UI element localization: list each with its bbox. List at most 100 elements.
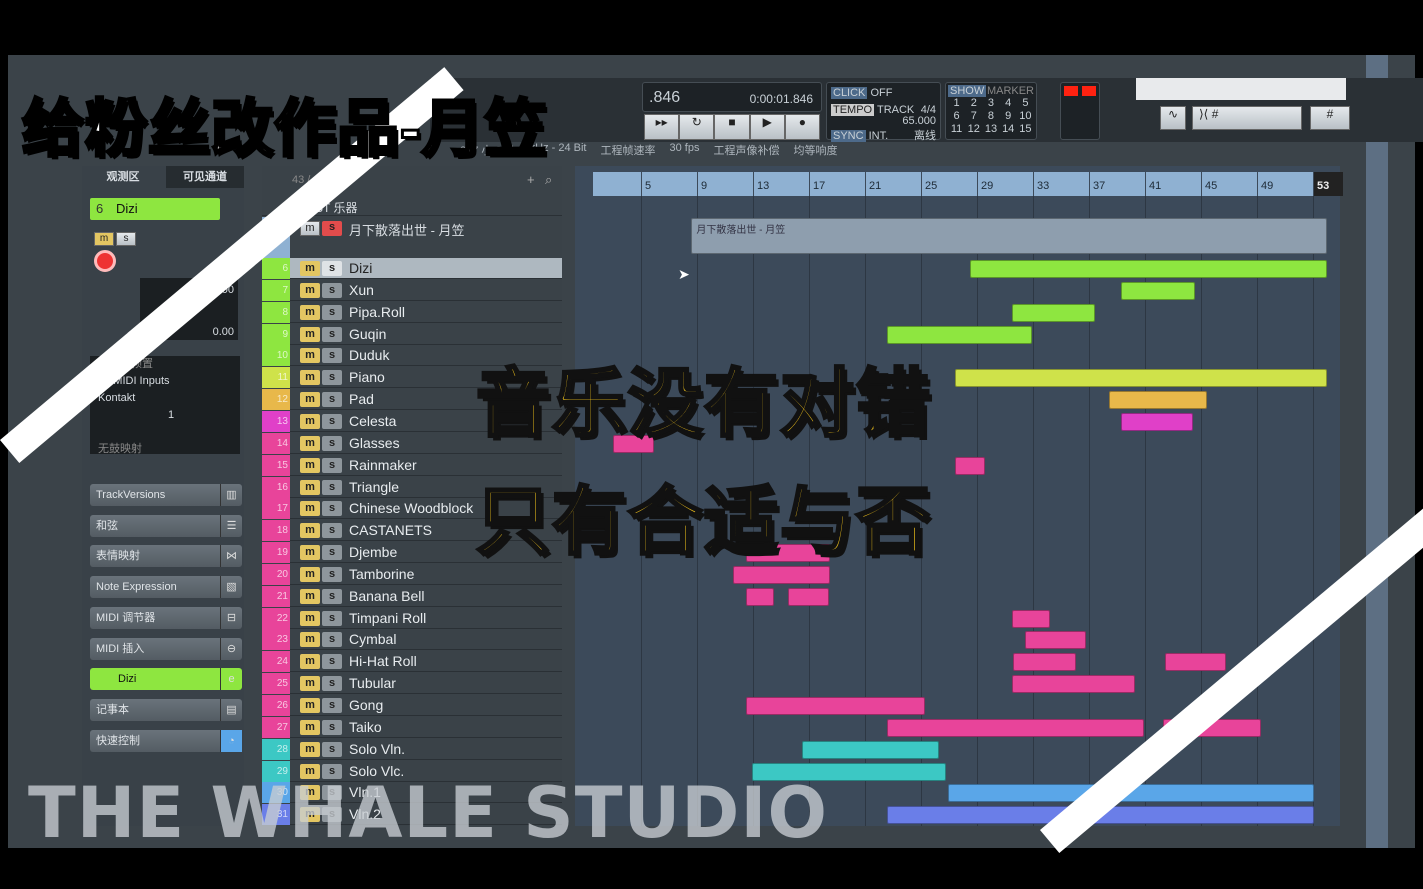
add-track-icon[interactable]: + [527, 172, 535, 187]
output-routing[interactable]: Kontakt [98, 390, 240, 407]
inspector-section-1[interactable]: 和弦 ☰ [90, 514, 242, 537]
solo-button[interactable]: s [322, 501, 342, 517]
fast-forward-button[interactable]: ▸▸ [644, 114, 680, 140]
track-row[interactable]: 9 m s Guqin [262, 323, 562, 345]
marker-button[interactable]: 12 [965, 123, 982, 136]
solo-button[interactable]: s [322, 741, 342, 757]
section-icon[interactable]: ▤ [220, 698, 242, 721]
midi-part[interactable] [1012, 303, 1095, 322]
inspector-section-7[interactable]: 记事本 ▤ [90, 698, 242, 721]
track-row[interactable]: 28 m s Solo Vln. [262, 738, 562, 760]
marker-button[interactable]: 2 [965, 97, 982, 110]
midi-part[interactable] [887, 325, 1032, 344]
mute-button[interactable]: m [300, 479, 320, 495]
record-button[interactable]: ● [784, 114, 821, 140]
mute-button[interactable]: m [300, 413, 320, 429]
audio-track[interactable]: 5 m s 月下散落出世 - 月笠 [262, 217, 562, 263]
section-icon[interactable]: ▥ [220, 484, 242, 506]
solo-button[interactable]: s [322, 282, 342, 298]
inspector-section-0[interactable]: TrackVersions ▥ [90, 484, 242, 506]
mute-button[interactable]: m [300, 457, 320, 473]
solo-button[interactable]: s [322, 370, 342, 386]
midi-part[interactable] [1164, 653, 1227, 672]
snap-curve-button[interactable]: ∿ [1160, 106, 1186, 130]
mute-button[interactable]: m [300, 719, 320, 735]
section-icon[interactable]: ⋈ [220, 545, 242, 568]
section-icon[interactable]: ☰ [220, 514, 242, 537]
mute-button[interactable]: m [300, 545, 320, 561]
solo-button[interactable]: s [322, 719, 342, 735]
mute-button[interactable]: m [300, 523, 320, 539]
midi-part[interactable] [1012, 609, 1050, 628]
solo-button[interactable]: s [322, 479, 342, 495]
track-row[interactable]: 23 m s Cymbal [262, 629, 562, 651]
inspector-section-2[interactable]: 表情映射 ⋈ [90, 545, 242, 568]
solo-button[interactable]: s [322, 304, 342, 320]
marker-button[interactable]: 3 [982, 97, 999, 110]
midi-part[interactable] [954, 456, 986, 475]
mute-button[interactable]: m [300, 676, 320, 692]
solo-button[interactable]: s [322, 261, 342, 276]
mute-button[interactable]: m [300, 392, 320, 408]
midi-part[interactable] [788, 587, 829, 606]
section-icon[interactable]: ⊖ [220, 637, 242, 660]
mute-button[interactable]: m [300, 370, 320, 386]
mute-button[interactable]: m [300, 654, 320, 670]
cycle-button[interactable]: ↻ [679, 114, 715, 140]
solo-button[interactable]: s [322, 413, 342, 429]
midi-part[interactable] [746, 587, 774, 606]
solo-button[interactable]: s [322, 588, 342, 604]
solo-button[interactable]: s [322, 632, 342, 648]
marker-button[interactable]: 7 [965, 110, 982, 123]
mute-button[interactable]: m [300, 741, 320, 757]
inspector-section-6[interactable]: Dizi e [90, 668, 242, 691]
sync-toggle[interactable]: SYNC [831, 130, 866, 142]
delay-value[interactable]: 0.00 [213, 326, 234, 338]
track-row[interactable]: 21 m s Banana Bell [262, 585, 562, 607]
mute-button[interactable]: m [300, 304, 320, 320]
track-row[interactable]: 24 m s Hi-Hat Roll [262, 651, 562, 673]
track-name-field[interactable]: 6 Dizi [90, 198, 220, 220]
show-button[interactable]: SHOW [948, 85, 987, 97]
mute-button[interactable]: m [300, 632, 320, 648]
section-icon[interactable]: e [220, 668, 242, 691]
midi-part[interactable] [970, 260, 1327, 278]
marker-button[interactable]: 13 [982, 123, 999, 136]
inspector-section-5[interactable]: MIDI 插入 ⊖ [90, 637, 242, 660]
track-row[interactable]: 22 m s Timpani Roll [262, 607, 562, 629]
mute-button[interactable]: m [300, 348, 320, 364]
midi-part[interactable] [1024, 631, 1087, 650]
section-icon[interactable]: ▧ [220, 576, 242, 599]
midi-part[interactable] [1013, 653, 1077, 672]
solo-button[interactable]: s [322, 523, 342, 539]
inspector-section-3[interactable]: Note Expression ▧ [90, 576, 242, 599]
track-row[interactable]: 25 m s Tubular [262, 673, 562, 695]
stop-button[interactable]: ■ [714, 114, 750, 140]
tab-inspector[interactable]: 观测区 [82, 166, 164, 188]
inspector-section-4[interactable]: MIDI 调节器 ⊟ [90, 606, 242, 629]
mute-button[interactable]: m [300, 610, 320, 626]
mute-button[interactable]: m [94, 232, 114, 246]
mute-button[interactable]: m [300, 566, 320, 582]
midi-part[interactable] [802, 740, 940, 759]
marker-button[interactable]: 5 [1017, 97, 1034, 110]
section-icon[interactable]: ⊟ [220, 606, 242, 629]
midi-part[interactable] [1012, 675, 1136, 694]
solo-button[interactable]: s [322, 676, 342, 692]
midi-part[interactable] [954, 369, 1327, 388]
marker-button[interactable]: 1 [948, 97, 965, 110]
tab-visibility[interactable]: 可见通道 [166, 166, 244, 188]
solo-button[interactable]: s [322, 435, 342, 451]
track-row[interactable]: 8 m s Pipa.Roll [262, 301, 562, 323]
record-enable-button[interactable] [94, 250, 116, 272]
inspector-section-8[interactable]: 快速控制 ◔ [90, 729, 242, 752]
solo-button[interactable]: s [322, 698, 342, 713]
solo-button[interactable]: s [322, 221, 342, 236]
drum-map[interactable]: 无鼓映射 [98, 441, 240, 458]
audio-event[interactable]: 月下散落出世 - 月笠 [691, 218, 1327, 254]
ruler[interactable]: 5 9 13 17 21 25 29 33 37 41 45 49 53 [593, 172, 1343, 196]
marker-button[interactable]: 15 [1017, 123, 1034, 136]
solo-button[interactable]: s [322, 392, 342, 408]
midi-part[interactable] [746, 697, 926, 715]
solo-button[interactable]: s [322, 654, 342, 670]
